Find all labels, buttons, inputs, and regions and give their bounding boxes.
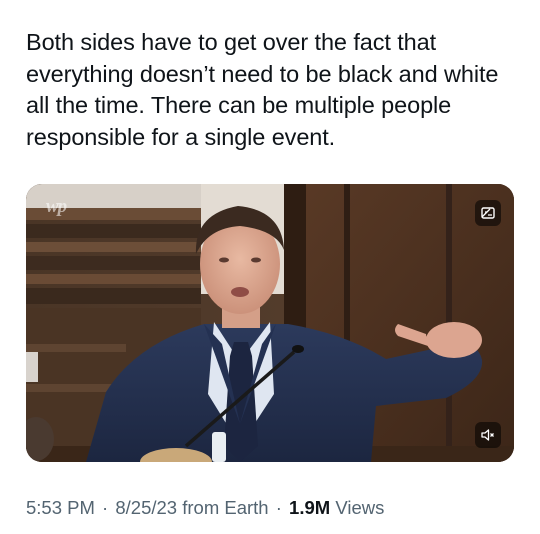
views-label: Views (335, 497, 385, 518)
speaker-muted-icon[interactable] (475, 422, 501, 448)
separator: · (275, 497, 282, 518)
image-gallery-icon[interactable] (475, 200, 501, 226)
tweet-source: from Earth (182, 497, 269, 518)
tweet-date[interactable]: 8/25/23 (115, 497, 177, 518)
watermark-logo: wp (46, 196, 67, 217)
separator: · (102, 497, 109, 518)
tweet-meta: 5:53 PM · 8/25/23 from Earth · 1.9M View… (26, 496, 384, 520)
views-count[interactable]: 1.9M (289, 497, 330, 518)
video-frame (26, 184, 514, 462)
tweet-text: Both sides have to get over the fact tha… (26, 29, 499, 150)
tweet-time[interactable]: 5:53 PM (26, 497, 95, 518)
video-player[interactable]: wp (26, 184, 514, 462)
